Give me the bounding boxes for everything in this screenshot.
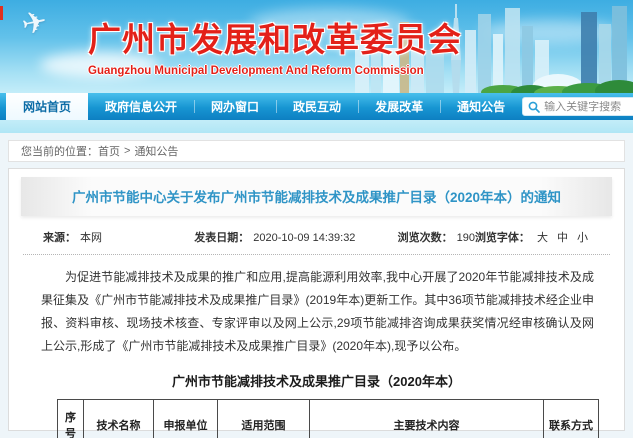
breadcrumb-current-link[interactable]: 通知公告 — [134, 143, 178, 159]
search-box[interactable] — [522, 97, 633, 116]
col-header-no: 序号 — [58, 400, 84, 438]
font-size-label: 浏览字体： — [475, 232, 530, 244]
col-header-applicant: 申报单位 — [154, 400, 218, 438]
date-value: 2020-10-09 14:39:32 — [253, 232, 355, 244]
breadcrumb: 您当前的位置： 首页 > 通知公告 — [8, 140, 625, 162]
col-header-tech-name: 技术名称 — [84, 400, 154, 438]
table-header-row: 序号 技术名称 申报单位 适用范围 主要技术内容 联系方式 — [58, 400, 599, 438]
breadcrumb-separator: > — [124, 145, 130, 157]
font-size-small-button[interactable]: 小 — [577, 229, 588, 245]
article-meta: 来源：本网 发表日期：2020-10-09 14:39:32 浏览次数：190 … — [43, 229, 588, 245]
site-title: 广州市发展和改革委员会 — [88, 13, 418, 61]
source-value: 本网 — [80, 232, 102, 244]
article-title-band: 广州市节能中心关于发布广州市节能减排技术及成果推广目录（2020年本）的通知 — [21, 177, 612, 216]
search-input[interactable] — [544, 101, 633, 113]
date-label: 发表日期： — [194, 232, 249, 244]
nav-tab-gov-info[interactable]: 政府信息公开 — [88, 93, 194, 120]
divider — [23, 254, 610, 255]
col-header-contact: 联系方式 — [544, 400, 599, 438]
article-paragraph: 为促进节能减排技术及成果的推广和应用,提高能源利用效率,我中心开展了2020年节… — [41, 266, 594, 358]
nav-tab-development-reform[interactable]: 发展改革 — [358, 93, 440, 120]
font-size-large-button[interactable]: 大 — [537, 229, 548, 245]
search-icon — [528, 101, 540, 113]
article-panel: 广州市节能中心关于发布广州市节能减排技术及成果推广目录（2020年本）的通知 来… — [8, 168, 625, 431]
main-navigation: 网站首页 政府信息公开 网办窗口 政民互动 发展改革 通知公告 搜 索 — [0, 93, 633, 120]
catalog-table: 一、节能减排技术 序号 技术名称 申报单位 适用范围 主要技术内容 联系方式 2… — [57, 399, 599, 438]
views-value: 190 — [457, 232, 475, 244]
views-label: 浏览次数： — [398, 232, 453, 244]
col-header-content: 主要技术内容 — [310, 400, 544, 438]
article-title: 广州市节能中心关于发布广州市节能减排技术及成果推广目录（2020年本）的通知 — [72, 190, 561, 205]
site-banner: ✈ 广州市发展和改革委员会 Guangzhou Municipal Develo… — [0, 0, 633, 93]
col-header-scope: 适用范围 — [218, 400, 310, 438]
nav-tab-notices[interactable]: 通知公告 — [440, 93, 522, 120]
nav-tab-interaction[interactable]: 政民互动 — [276, 93, 358, 120]
decoration-red-mark — [0, 6, 3, 20]
breadcrumb-home-link[interactable]: 首页 — [98, 143, 120, 159]
site-subtitle: Guangzhou Municipal Development And Refo… — [88, 65, 418, 77]
nav-tab-home[interactable]: 网站首页 — [6, 93, 88, 120]
source-label: 来源： — [43, 232, 76, 244]
subnav-strip — [0, 120, 633, 133]
nav-tab-online-services[interactable]: 网办窗口 — [194, 93, 276, 120]
catalog-title: 广州市节能减排技术及成果推广目录（2020年本） — [17, 371, 616, 390]
breadcrumb-prefix: 您当前的位置： — [21, 143, 98, 159]
font-size-medium-button[interactable]: 中 — [557, 229, 568, 245]
airplane-icon: ✈ — [19, 4, 51, 43]
